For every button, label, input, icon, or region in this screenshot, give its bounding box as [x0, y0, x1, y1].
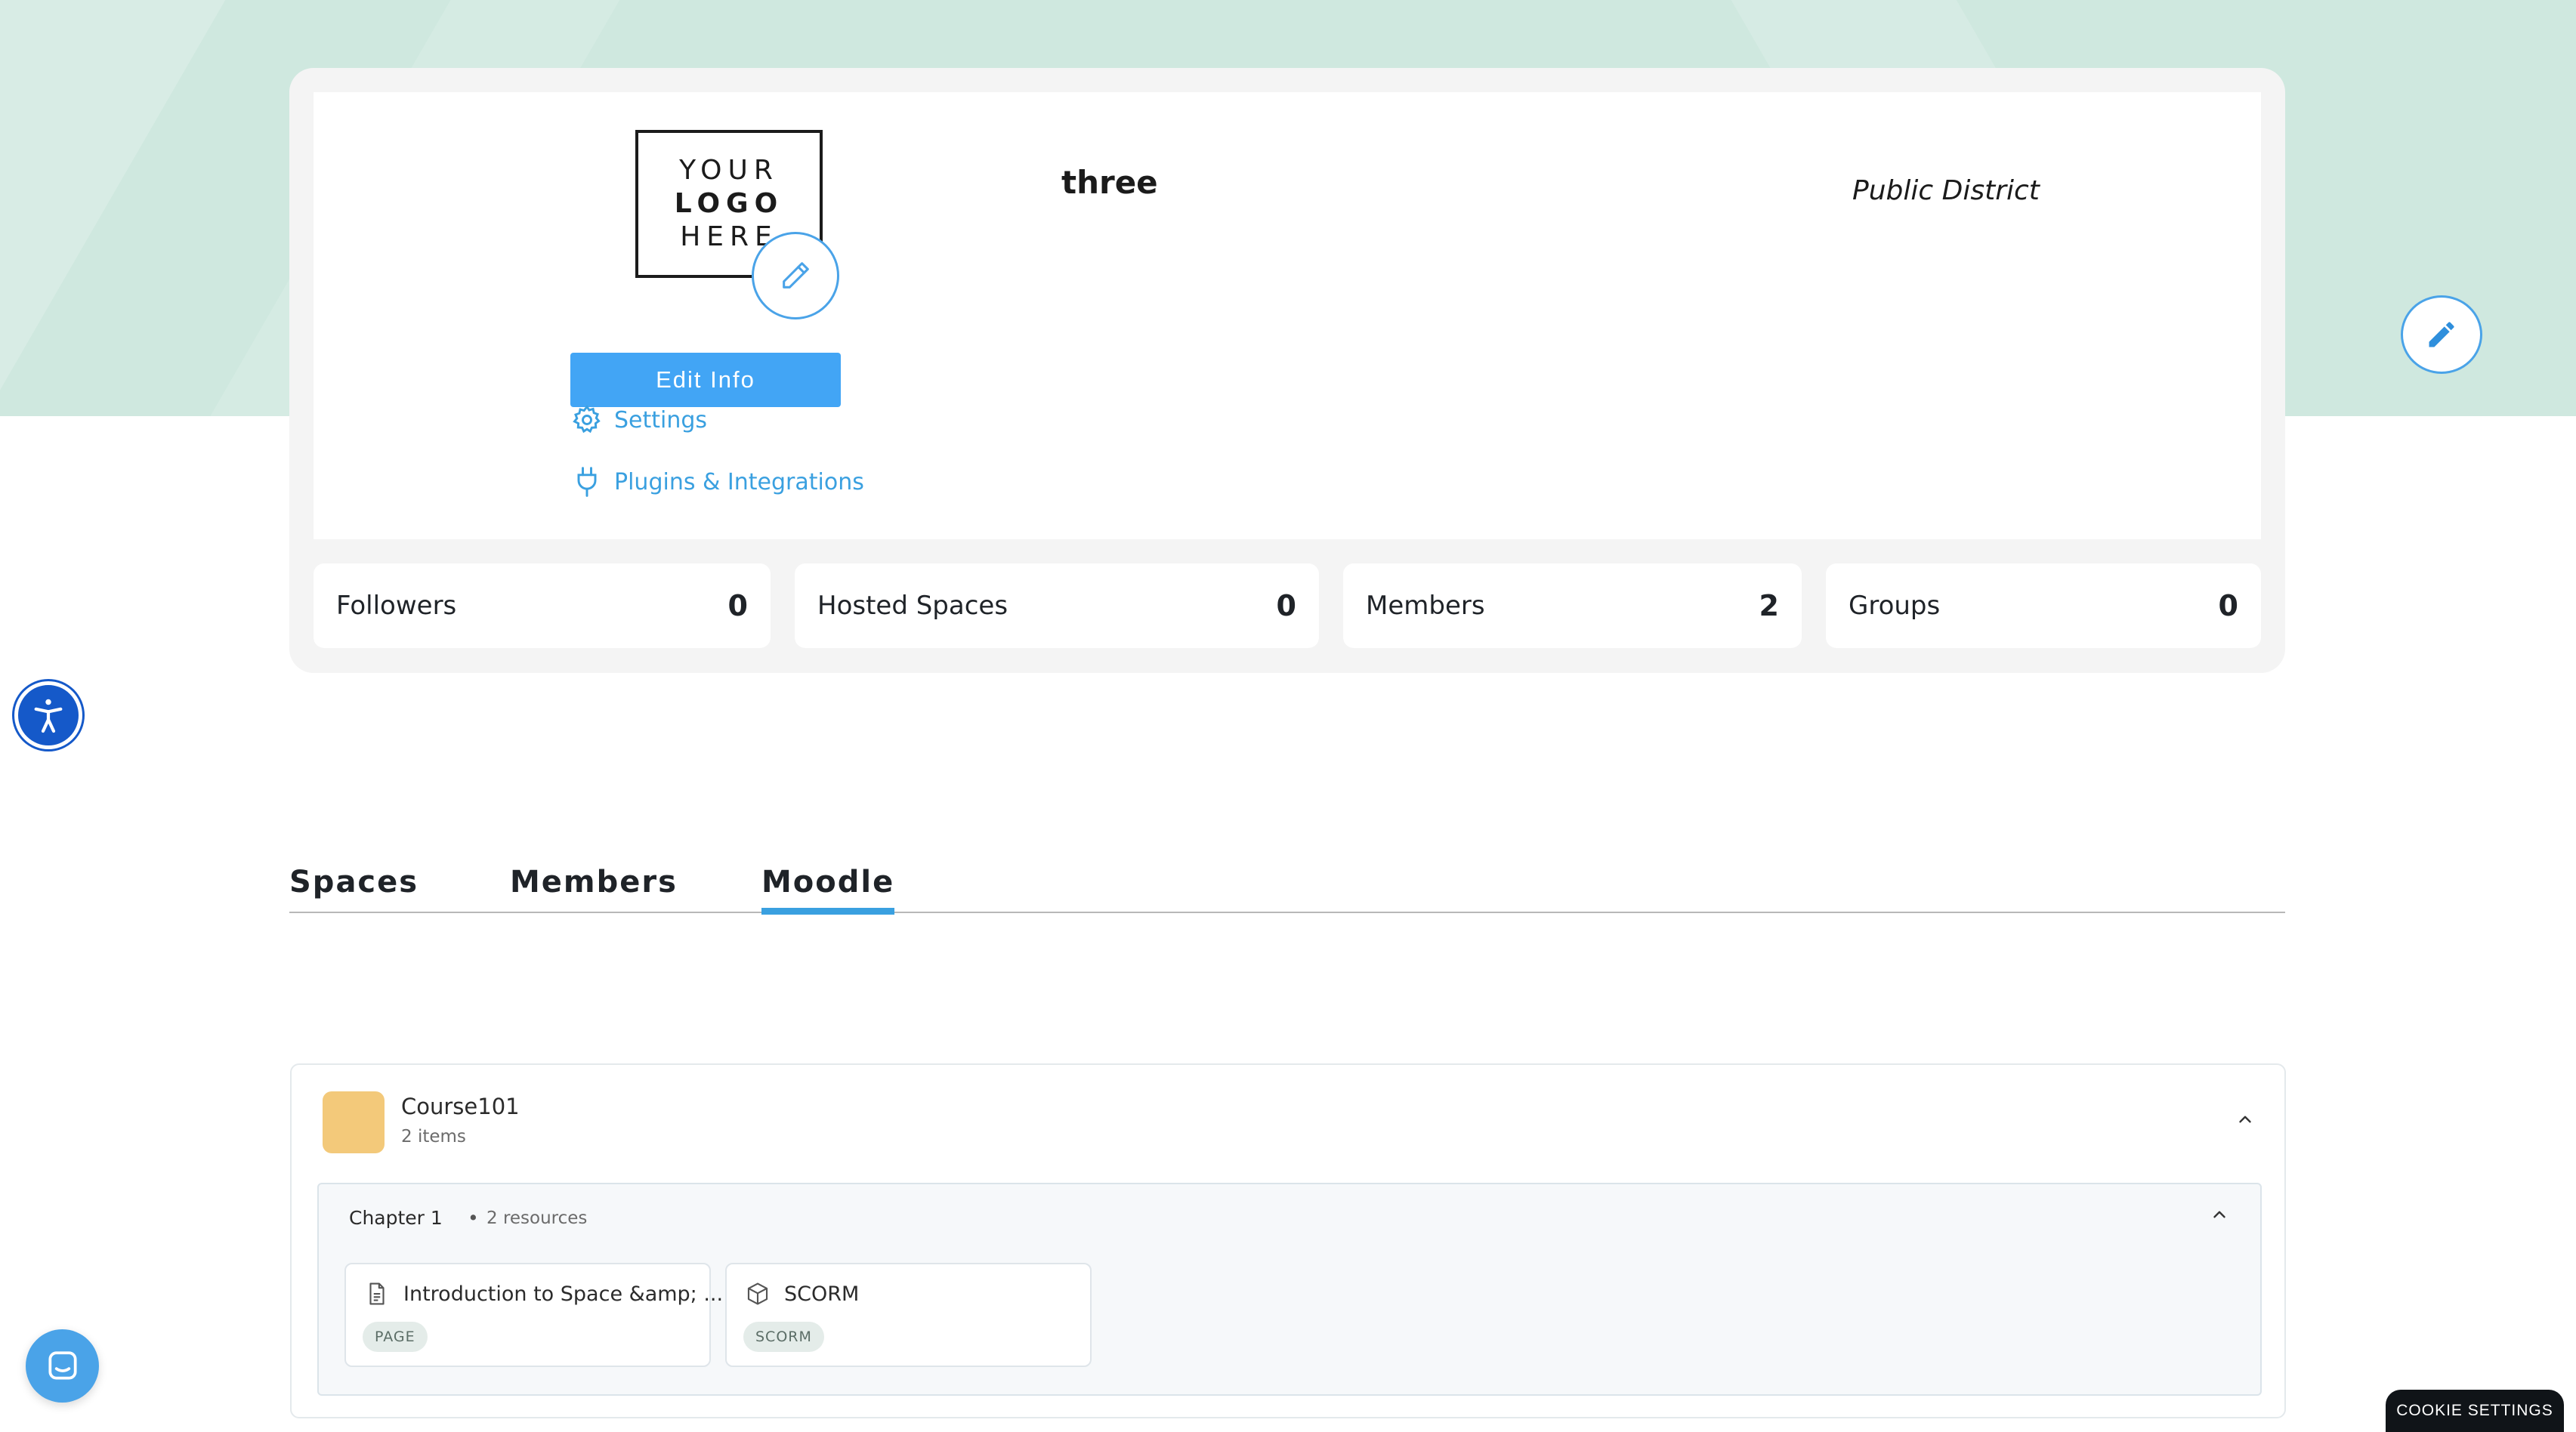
- chat-icon: [48, 1350, 77, 1379]
- edit-info-button[interactable]: Edit Info: [570, 353, 841, 407]
- chapter-collapse-toggle[interactable]: [2204, 1199, 2235, 1230]
- tab-moodle[interactable]: Moodle: [761, 865, 895, 915]
- course-collapse-toggle[interactable]: [2230, 1104, 2260, 1134]
- stat-label: Members: [1366, 591, 1485, 621]
- cookie-settings-button[interactable]: COOKIE SETTINGS: [2386, 1390, 2564, 1432]
- chapter-separator: •: [468, 1207, 479, 1229]
- stat-value: 0: [2218, 589, 2238, 622]
- pencil-outline-icon: [783, 262, 809, 289]
- course-title[interactable]: Course101: [401, 1094, 520, 1119]
- chevron-up-icon: [2213, 1211, 2225, 1218]
- stat-members[interactable]: Members 2: [1343, 563, 1802, 648]
- accessibility-button[interactable]: [14, 681, 82, 749]
- settings-label: Settings: [614, 406, 708, 434]
- stat-hosted-spaces[interactable]: Hosted Spaces 0: [795, 563, 1319, 648]
- chapter-section: Chapter 1 • 2 resources Introduction to …: [317, 1183, 2262, 1396]
- resource-card[interactable]: SCORM SCORM: [725, 1263, 1092, 1367]
- org-name: three: [1061, 164, 1158, 201]
- plugins-integrations-link[interactable]: Plugins & Integrations: [570, 465, 864, 498]
- profile-tabs: Spaces Members Moodle: [289, 861, 2285, 915]
- chevron-up-icon: [2239, 1116, 2251, 1123]
- chat-launcher-button[interactable]: [26, 1329, 99, 1403]
- stat-followers[interactable]: Followers 0: [314, 563, 771, 648]
- logo-line: YOUR: [679, 155, 779, 186]
- chapter-title: Chapter 1: [349, 1207, 443, 1229]
- settings-link[interactable]: Settings: [570, 403, 707, 437]
- course-thumbnail: [323, 1091, 385, 1153]
- chapter-resource-count: 2 resources: [486, 1208, 588, 1228]
- resource-type-badge: PAGE: [363, 1322, 428, 1352]
- tab-spaces[interactable]: Spaces: [289, 865, 419, 900]
- plug-icon: [577, 467, 597, 497]
- document-icon: [369, 1282, 385, 1305]
- resource-type-badge: SCORM: [743, 1322, 824, 1352]
- district-type: Public District: [1852, 175, 2040, 206]
- stat-value: 0: [1276, 589, 1296, 622]
- course-card: Course101 2 items Chapter 1 • 2 resource…: [290, 1063, 2286, 1418]
- stat-label: Followers: [336, 591, 457, 621]
- stat-label: Hosted Spaces: [817, 591, 1008, 621]
- resource-card[interactable]: Introduction to Space &amp; ... PAGE: [344, 1263, 723, 1367]
- resource-title: SCORM: [784, 1282, 860, 1306]
- stat-value: 0: [727, 589, 748, 622]
- profile-info-panel: YOUR LOGO HERE Edit Info Settings Plugin…: [314, 92, 2261, 539]
- tab-members[interactable]: Members: [510, 865, 678, 900]
- edit-banner-button[interactable]: [2401, 295, 2482, 374]
- package-icon: [747, 1282, 768, 1305]
- stat-groups[interactable]: Groups 0: [1826, 563, 2261, 648]
- stat-value: 2: [1759, 589, 1779, 622]
- logo-line: LOGO: [674, 188, 784, 219]
- pencil-icon: [2429, 322, 2454, 347]
- stat-label: Groups: [1849, 591, 1941, 621]
- profile-card: YOUR LOGO HERE Edit Info Settings Plugin…: [289, 68, 2285, 673]
- gear-icon: [573, 405, 601, 434]
- plugins-label: Plugins & Integrations: [614, 468, 864, 495]
- accessibility-icon: [34, 699, 63, 733]
- edit-logo-button[interactable]: [752, 232, 839, 319]
- course-item-count: 2 items: [401, 1127, 466, 1147]
- resource-title: Introduction to Space &amp; ...: [403, 1282, 724, 1306]
